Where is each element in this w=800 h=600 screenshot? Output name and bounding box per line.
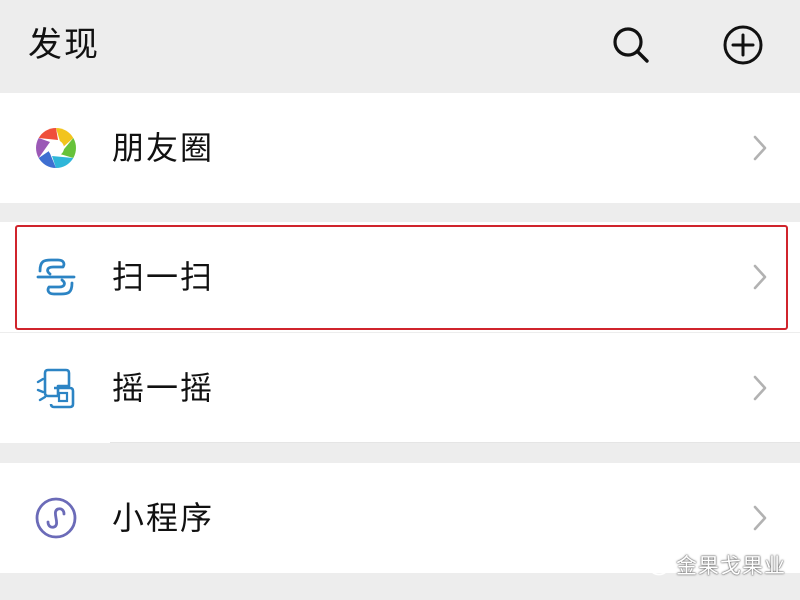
discover-screen: 发现 朋友圈 扫一扫 摇一摇 小程序 金果戈果业	[0, 0, 800, 600]
divider	[110, 442, 800, 443]
chevron-right-icon	[753, 505, 767, 531]
menu-item-scan[interactable]: 扫一扫	[0, 222, 800, 332]
menu-item-label: 朋友圈	[112, 129, 215, 167]
watermark: 金果戈果业	[640, 548, 786, 582]
top-bar: 发现	[0, 0, 800, 92]
chevron-right-icon	[753, 375, 767, 401]
mini-program-icon	[35, 497, 77, 539]
moments-aperture-icon	[36, 128, 76, 168]
menu-item-label: 摇一摇	[112, 369, 215, 407]
menu-item-moments[interactable]: 朋友圈	[0, 93, 800, 203]
menu-item-shake[interactable]: 摇一摇	[0, 333, 800, 443]
scan-icon	[36, 258, 76, 296]
menu-item-label: 小程序	[112, 499, 215, 537]
search-icon[interactable]	[610, 24, 652, 66]
page-title: 发现	[28, 25, 100, 65]
wechat-official-account-icon	[640, 554, 669, 576]
chevron-right-icon	[753, 264, 767, 290]
menu-item-label: 扫一扫	[112, 258, 215, 296]
chevron-right-icon	[753, 135, 767, 161]
plus-circle-icon[interactable]	[722, 24, 764, 66]
watermark-text: 金果戈果业	[676, 554, 786, 578]
shake-icon	[36, 368, 75, 409]
